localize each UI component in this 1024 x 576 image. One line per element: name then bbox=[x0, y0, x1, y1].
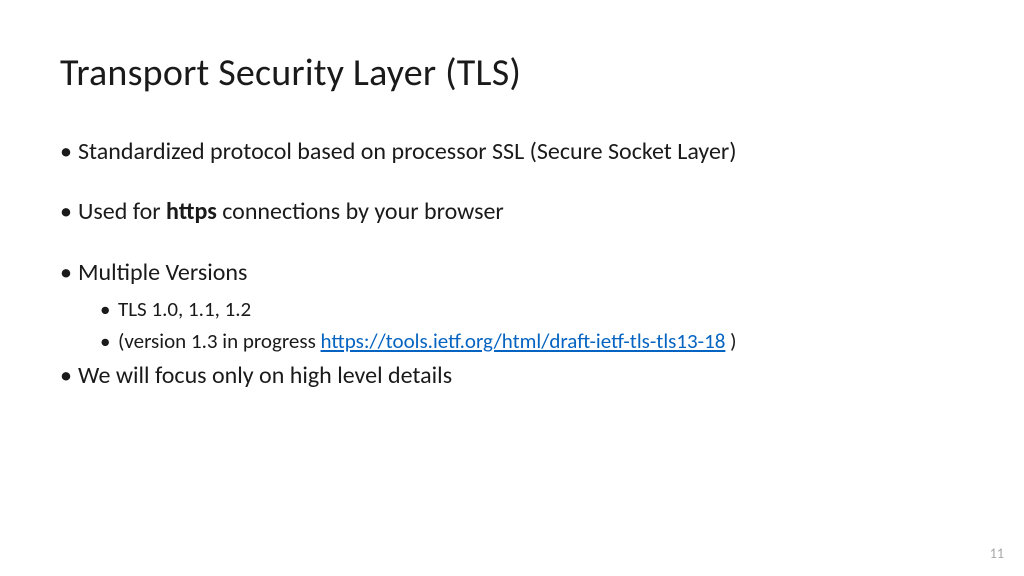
bullet-text: Used for bbox=[78, 197, 166, 226]
slide: Transport Security Layer (TLS) Standardi… bbox=[0, 0, 1024, 576]
bullet-item: We will focus only on high level details bbox=[60, 360, 964, 392]
slide-title: Transport Security Layer (TLS) bbox=[60, 50, 964, 96]
bullet-item: Used for https connections by your brows… bbox=[60, 196, 964, 228]
sub-bullet-text: (version 1.3 in progress bbox=[118, 328, 321, 354]
bullet-text: connections by your browser bbox=[217, 197, 504, 226]
sub-bullet-item: TLS 1.0, 1.1, 1.2 bbox=[100, 295, 964, 324]
sub-bullet-text: ) bbox=[725, 328, 736, 354]
sub-bullet-item: (version 1.3 in progress https://tools.i… bbox=[100, 327, 964, 356]
bullet-text: Multiple Versions bbox=[78, 258, 247, 287]
bullet-bold: https bbox=[166, 197, 217, 226]
bullet-item: Multiple Versions TLS 1.0, 1.1, 1.2 (ver… bbox=[60, 257, 964, 356]
page-number: 11 bbox=[990, 545, 1004, 562]
bullet-item: Standardized protocol based on processor… bbox=[60, 136, 964, 168]
link-ietf-draft[interactable]: https://tools.ietf.org/html/draft-ietf-t… bbox=[321, 328, 726, 354]
sub-bullet-list: TLS 1.0, 1.1, 1.2 (version 1.3 in progre… bbox=[78, 295, 964, 356]
bullet-list: Standardized protocol based on processor… bbox=[60, 136, 964, 392]
